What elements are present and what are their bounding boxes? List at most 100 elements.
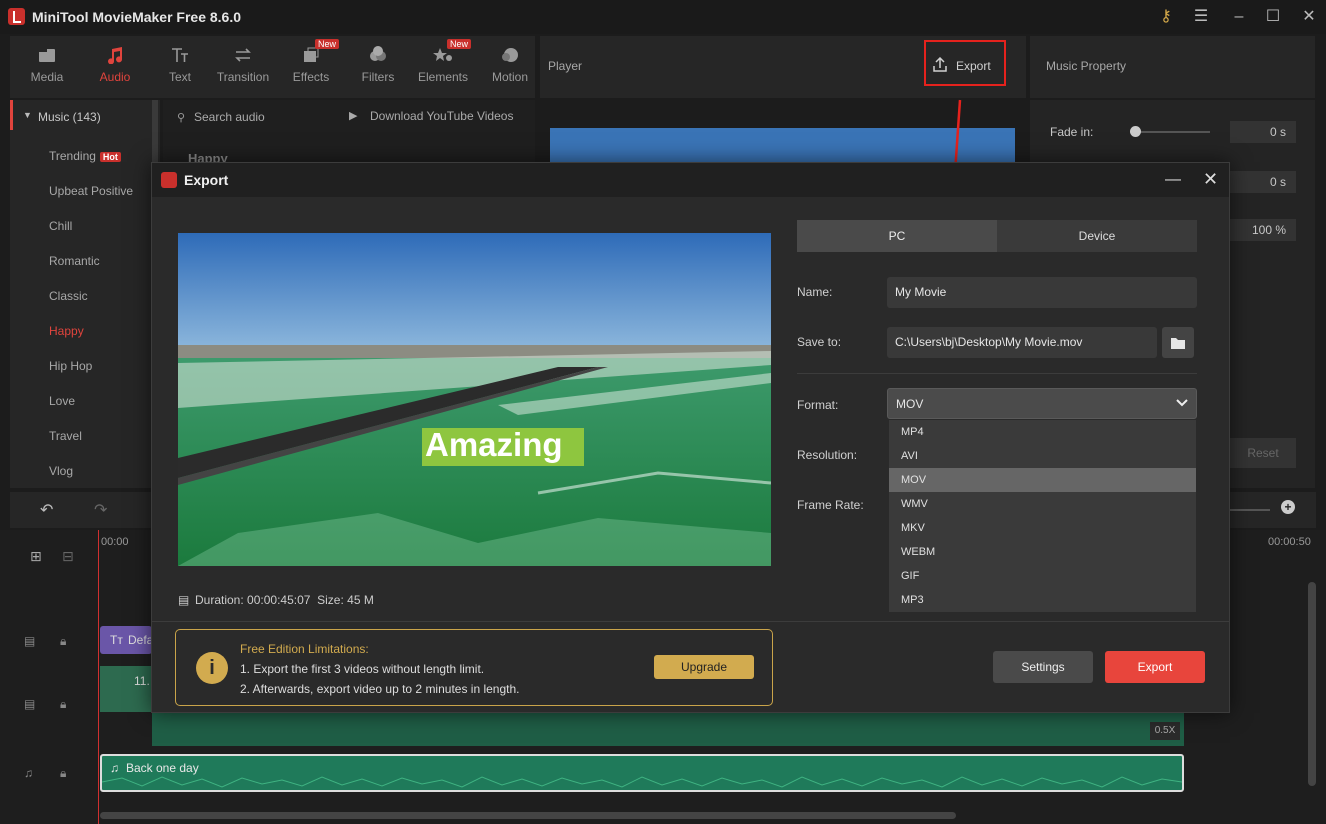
format-option-webm[interactable]: WEBM [889, 540, 1196, 564]
player-header: Player Export [540, 36, 1026, 98]
format-option-mkv[interactable]: MKV [889, 516, 1196, 540]
tab-text[interactable]: Text [155, 36, 205, 98]
sidebar-item-upbeat[interactable]: Upbeat Positive [49, 184, 133, 198]
format-option-avi[interactable]: AVI [889, 444, 1196, 468]
tab-media[interactable]: Media [22, 36, 72, 98]
sidebar-item-hiphop[interactable]: Hip Hop [49, 359, 92, 373]
save-path-input[interactable]: C:\Users\bj\Desktop\My Movie.mov [887, 327, 1157, 358]
frame-rate-label: Frame Rate: [797, 498, 864, 512]
export-button-label: Export [956, 59, 991, 73]
tab-elements[interactable]: New Elements [414, 36, 472, 98]
video-clip-extension[interactable] [152, 712, 1184, 746]
sidebar-item-chill[interactable]: Chill [49, 219, 72, 233]
tab-device[interactable]: Device [997, 220, 1197, 252]
close-icon[interactable]: ✕ [1203, 169, 1218, 190]
format-option-mp3[interactable]: MP3 [889, 588, 1196, 612]
video-clip[interactable]: 11. [100, 666, 152, 712]
limitations-line-2: 2. Afterwards, export video up to 2 minu… [240, 682, 520, 696]
zoom-in-icon[interactable]: + [1281, 500, 1295, 514]
tab-label: Motion [491, 70, 529, 84]
tab-label: Elements [417, 70, 469, 84]
app-logo-icon [161, 172, 177, 188]
tab-label: Effects [292, 70, 330, 84]
audio-clip[interactable]: ♫ Back one day [100, 754, 1184, 792]
tab-effects[interactable]: New Effects [286, 36, 340, 98]
undo-icon[interactable]: ↶ [40, 500, 53, 520]
track-video-icon: ▤ [24, 697, 36, 711]
info-icon: i [196, 652, 228, 684]
format-option-mov[interactable]: MOV [889, 468, 1196, 492]
lock-icon[interactable]: 🔒︎ [60, 766, 66, 781]
tab-motion[interactable]: Motion [485, 36, 535, 98]
upgrade-button[interactable]: Upgrade [654, 655, 754, 679]
music-property-header: Music Property [1030, 36, 1315, 98]
close-icon[interactable]: ✕ [1298, 6, 1320, 28]
sidebar-item-classic[interactable]: Classic [49, 289, 88, 303]
export-preview: Amazing [178, 233, 771, 566]
browse-folder-button[interactable] [1162, 327, 1194, 358]
tab-transition[interactable]: Transition [213, 36, 273, 98]
lock-icon[interactable]: 🔒︎ [60, 634, 66, 649]
tab-filters[interactable]: Filters [353, 36, 403, 98]
playhead[interactable] [98, 530, 99, 824]
settings-button[interactable]: Settings [993, 651, 1093, 683]
text-icon [172, 48, 188, 62]
new-badge: New [447, 39, 472, 49]
timecode-end: 00:00:50 [1268, 536, 1311, 548]
music-category-header[interactable]: Music (143) [38, 110, 101, 124]
minimize-icon[interactable]: – [1228, 6, 1250, 28]
track-video-icon: ▤ [24, 634, 36, 648]
collapse-arrow-icon[interactable]: ▼ [23, 110, 32, 120]
volume-value[interactable]: 100 % [1230, 219, 1296, 241]
tab-label: Audio [99, 70, 131, 84]
lock-icon[interactable]: 🔒︎ [60, 697, 66, 712]
key-icon[interactable]: ⚷ [1155, 6, 1177, 28]
youtube-icon: ▶ [349, 110, 358, 122]
timeline-hscrollbar[interactable] [100, 812, 956, 819]
fade-in-handle[interactable] [1130, 126, 1141, 137]
tab-audio[interactable]: Audio [90, 36, 140, 98]
sidebar-item-romantic[interactable]: Romantic [49, 254, 100, 268]
music-property-label: Music Property [1046, 59, 1127, 73]
redo-icon[interactable]: ↷ [94, 500, 107, 520]
audio-clip-label: Back one day [126, 761, 199, 775]
player-label: Player [548, 59, 583, 73]
zoom-slider[interactable] [1230, 509, 1270, 511]
fade-in-slider[interactable] [1130, 131, 1210, 133]
resolution-label: Resolution: [797, 448, 858, 462]
limitations-title: Free Edition Limitations: [240, 642, 369, 656]
fade-out-value[interactable]: 0 s [1230, 171, 1296, 193]
minimize-icon[interactable]: — [1165, 171, 1181, 189]
text-icon: Tт [110, 633, 123, 647]
sidebar-item-love[interactable]: Love [49, 394, 75, 408]
timeline-vscrollbar[interactable] [1308, 582, 1316, 786]
fade-in-value[interactable]: 0 s [1230, 121, 1296, 143]
tab-label: Media [30, 70, 64, 84]
export-confirm-button[interactable]: Export [1105, 651, 1205, 683]
add-track-icon[interactable]: ⊞ [30, 548, 42, 565]
preview-caption: Amazing [425, 426, 563, 463]
track-music-icon: ♫ [24, 766, 33, 780]
filters-icon [370, 46, 386, 61]
download-youtube-button[interactable]: Download YouTube Videos [370, 109, 513, 123]
menu-icon[interactable]: ☰ [1190, 6, 1212, 28]
sidebar-item-travel[interactable]: Travel [49, 429, 82, 443]
remove-track-icon[interactable]: ⊟ [62, 548, 74, 565]
speed-badge: 0.5X [1150, 722, 1180, 740]
tab-pc[interactable]: PC [797, 220, 997, 252]
text-clip[interactable]: Tт Defa [100, 626, 153, 654]
maximize-icon[interactable]: ☐ [1262, 6, 1284, 28]
search-input[interactable]: Search audio [194, 110, 265, 124]
format-option-wmv[interactable]: WMV [889, 492, 1196, 516]
format-select[interactable]: MOV [887, 388, 1197, 419]
sidebar-item-happy[interactable]: Happy [49, 324, 84, 338]
name-input[interactable]: My Movie [887, 277, 1197, 308]
sidebar-item-trending[interactable]: Trending Hot [49, 149, 121, 163]
format-option-gif[interactable]: GIF [889, 564, 1196, 588]
sidebar-item-vlog[interactable]: Vlog [49, 464, 73, 478]
reset-button[interactable]: Reset [1230, 438, 1296, 468]
export-button[interactable]: Export [932, 54, 1002, 78]
chevron-down-icon[interactable] [1176, 399, 1188, 407]
tab-label: Text [168, 70, 191, 84]
format-option-mp4[interactable]: MP4 [889, 420, 1196, 444]
